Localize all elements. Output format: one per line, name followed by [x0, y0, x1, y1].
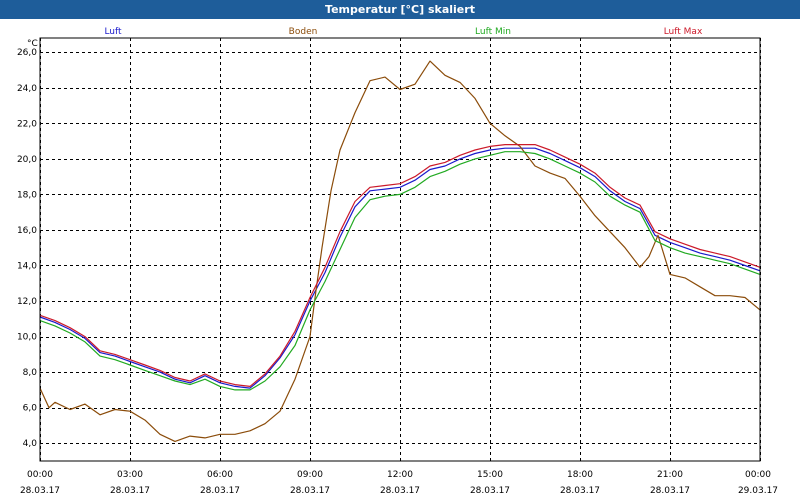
window-title: Temperatur [°C] skaliert [0, 0, 800, 19]
y-tick-label: 26,0 [17, 48, 37, 58]
x-tick-time-label: 06:00 [207, 470, 233, 480]
y-tick-label: 16,0 [17, 226, 37, 236]
x-tick-date-label: 28.03.17 [20, 486, 60, 496]
chart-window: Temperatur [°C] skaliert Luft Boden Luft M… [0, 0, 800, 500]
legend: Luft Boden Luft Min Luft Max [104, 27, 703, 37]
x-tick-time-label: 21:00 [657, 470, 683, 480]
x-tick-date-label: 28.03.17 [200, 486, 240, 496]
legend-entry: Luft Max [664, 27, 703, 37]
y-tick-label: 10,0 [17, 333, 37, 343]
x-tick-time-label: 00:00 [745, 470, 771, 480]
x-tick-date-label: 28.03.17 [290, 486, 330, 496]
x-tick-time-label: 18:00 [567, 470, 593, 480]
y-tick-label: 8,0 [23, 368, 38, 378]
x-tick-date-label: 28.03.17 [650, 486, 690, 496]
x-tick-date-label: 28.03.17 [110, 486, 150, 496]
x-tick-date-label: 28.03.17 [560, 486, 600, 496]
x-tick-time-label: 03:00 [117, 470, 143, 480]
x-tick-time-label: 12:00 [387, 470, 413, 480]
x-tick-time-label: 15:00 [477, 470, 503, 480]
y-tick-label: 18,0 [17, 190, 37, 200]
x-tick-time-label: 09:00 [297, 470, 323, 480]
x-tick-labels: 00:00 28.03.17 03:00 28.03.17 06:00 28.03.17 0… [20, 470, 778, 496]
y-tick-label: 14,0 [17, 261, 37, 271]
y-tick-labels: 4,0 6,0 8,0 10,0 12,0 14,0 16,0 18,0 20,0 22,0 24,… [17, 48, 37, 449]
y-tick-label: 20,0 [17, 155, 37, 165]
y-tick-label: 24,0 [17, 84, 37, 94]
legend-entry: Luft Min [475, 27, 511, 37]
y-tick-label: 4,0 [23, 439, 38, 449]
y-tick-label: 22,0 [17, 119, 37, 129]
y-tick-label: 12,0 [17, 297, 37, 307]
x-tick-time-label: 00:00 [27, 470, 53, 480]
legend-entry: Boden [289, 27, 318, 37]
x-tick-date-label: 28.03.17 [380, 486, 420, 496]
x-tick-date-label: 28.03.17 [470, 486, 510, 496]
temperature-chart: Luft Boden Luft Min Luft Max °C 4,06,08,010… [17, 27, 778, 496]
legend-entry: Luft [104, 27, 122, 37]
y-tick-label: 6,0 [23, 404, 38, 414]
x-tick-date-label: 29.03.17 [738, 486, 778, 496]
